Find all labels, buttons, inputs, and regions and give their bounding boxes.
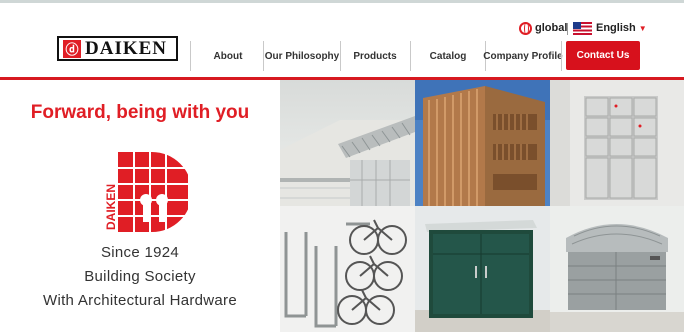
hero-line-since: Since 1924	[100, 244, 180, 261]
global-label: global	[535, 22, 568, 34]
logo-mark-icon: ⓓ	[63, 39, 81, 58]
global-link[interactable]: global	[519, 20, 567, 36]
nav-catalog[interactable]: Catalog	[418, 41, 478, 71]
product-photo-grid	[280, 80, 684, 332]
daiken-logo[interactable]: ⓓ DAIKEN	[57, 36, 178, 61]
storage-shed-photo[interactable]	[415, 206, 550, 332]
hero-tagline: Forward, being with you	[30, 102, 250, 123]
caret-down-icon: ▼	[638, 23, 647, 33]
canopy-photo[interactable]	[280, 80, 415, 206]
language-label: English	[596, 22, 636, 34]
nav-divider	[561, 41, 562, 71]
emblem-text: DAIKEN	[104, 184, 118, 230]
nav-about[interactable]: About	[204, 41, 252, 71]
nav-products[interactable]: Products	[343, 41, 407, 71]
logo-wordmark: DAIKEN	[85, 37, 168, 59]
language-selector[interactable]: English ▼	[573, 20, 647, 36]
nav-divider	[190, 41, 191, 71]
wood-louver-building-photo[interactable]	[415, 80, 550, 206]
nav-divider	[410, 41, 411, 71]
hero-text-panel: Forward, being with you DAIKEN Since 192…	[0, 80, 280, 332]
util-divider	[567, 23, 568, 35]
site-header: ⓓ DAIKEN global English ▼ About Our Phil…	[0, 3, 684, 77]
nav-divider	[340, 41, 341, 71]
hero-line-building: Building Society	[84, 268, 196, 285]
garbage-station-photo[interactable]	[550, 206, 684, 332]
hero-line-hardware: With Architectural Hardware	[43, 292, 237, 309]
globe-icon	[519, 21, 532, 35]
us-flag-icon	[573, 21, 592, 35]
nav-our-philosophy[interactable]: Our Philosophy	[265, 41, 339, 71]
contact-us-button[interactable]: Contact Us	[566, 41, 640, 70]
locker-photo[interactable]	[550, 80, 684, 206]
bicycle-rack-photo[interactable]	[280, 206, 415, 332]
daiken-emblem-icon: DAIKEN	[104, 152, 188, 232]
nav-company-profile[interactable]: Company Profile	[483, 41, 562, 71]
